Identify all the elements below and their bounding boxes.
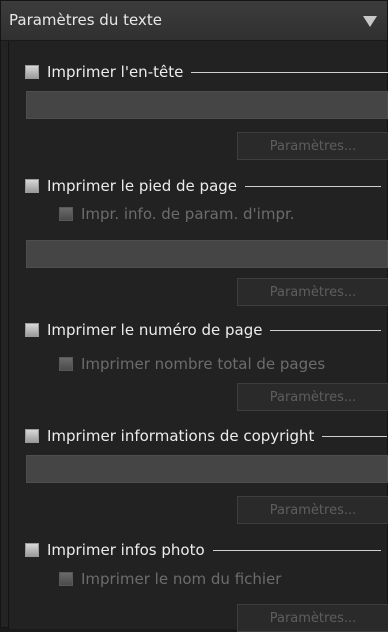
header-text-field[interactable]: [26, 91, 388, 119]
print-copyright-label[interactable]: Imprimer informations de copyright: [47, 427, 314, 445]
page-number-section-row: Imprimer le numéro de page: [25, 317, 381, 343]
print-total-pages-checkbox[interactable]: [59, 357, 73, 371]
page-number-sub-row: Imprimer nombre total de pages: [59, 351, 325, 377]
print-file-name-label: Imprimer le nom du fichier: [81, 570, 282, 588]
photo-info-sub-row: Imprimer le nom du fichier: [59, 566, 281, 592]
print-footer-checkbox[interactable]: [25, 179, 39, 193]
print-page-number-label[interactable]: Imprimer le numéro de page: [47, 321, 262, 339]
print-settings-info-label: Impr. info. de param. d'impr.: [81, 205, 295, 223]
print-settings-info-checkbox[interactable]: [59, 207, 73, 221]
triangle-down-icon[interactable]: [363, 16, 377, 27]
print-header-checkbox[interactable]: [25, 65, 39, 79]
footer-sub-row: Impr. info. de param. d'impr.: [59, 201, 295, 227]
print-page-number-checkbox[interactable]: [25, 323, 39, 337]
print-file-name-checkbox[interactable]: [59, 572, 73, 586]
footer-text-field[interactable]: [26, 240, 388, 268]
header-section-row: Imprimer l'en-tête: [25, 59, 388, 85]
section-divider: [270, 329, 381, 331]
print-copyright-checkbox[interactable]: [25, 429, 39, 443]
print-photo-info-label[interactable]: Imprimer infos photo: [47, 541, 205, 559]
text-settings-panel: Paramètres du texte Imprimer l'en-tête P…: [0, 0, 388, 632]
photo-info-section-row: Imprimer infos photo: [25, 537, 381, 563]
footer-section-row: Imprimer le pied de page: [25, 173, 381, 199]
header-settings-button[interactable]: Paramètres...: [237, 132, 388, 160]
section-divider: [191, 71, 388, 73]
copyright-section-row: Imprimer informations de copyright: [25, 423, 387, 449]
panel-header[interactable]: Paramètres du texte: [1, 1, 387, 41]
section-divider: [245, 185, 381, 187]
print-header-label[interactable]: Imprimer l'en-tête: [47, 63, 183, 81]
panel-title: Paramètres du texte: [9, 11, 162, 29]
copyright-text-field[interactable]: [26, 455, 388, 483]
section-divider: [322, 435, 387, 437]
page-number-settings-button[interactable]: Paramètres...: [237, 383, 388, 411]
print-total-pages-label: Imprimer nombre total de pages: [81, 355, 326, 373]
print-footer-label[interactable]: Imprimer le pied de page: [47, 177, 237, 195]
print-photo-info-checkbox[interactable]: [25, 543, 39, 557]
footer-settings-button[interactable]: Paramètres...: [237, 278, 388, 306]
copyright-settings-button[interactable]: Paramètres...: [237, 496, 388, 524]
panel-body: Imprimer l'en-tête Paramètres... Imprime…: [8, 41, 388, 632]
section-divider: [212, 549, 381, 551]
